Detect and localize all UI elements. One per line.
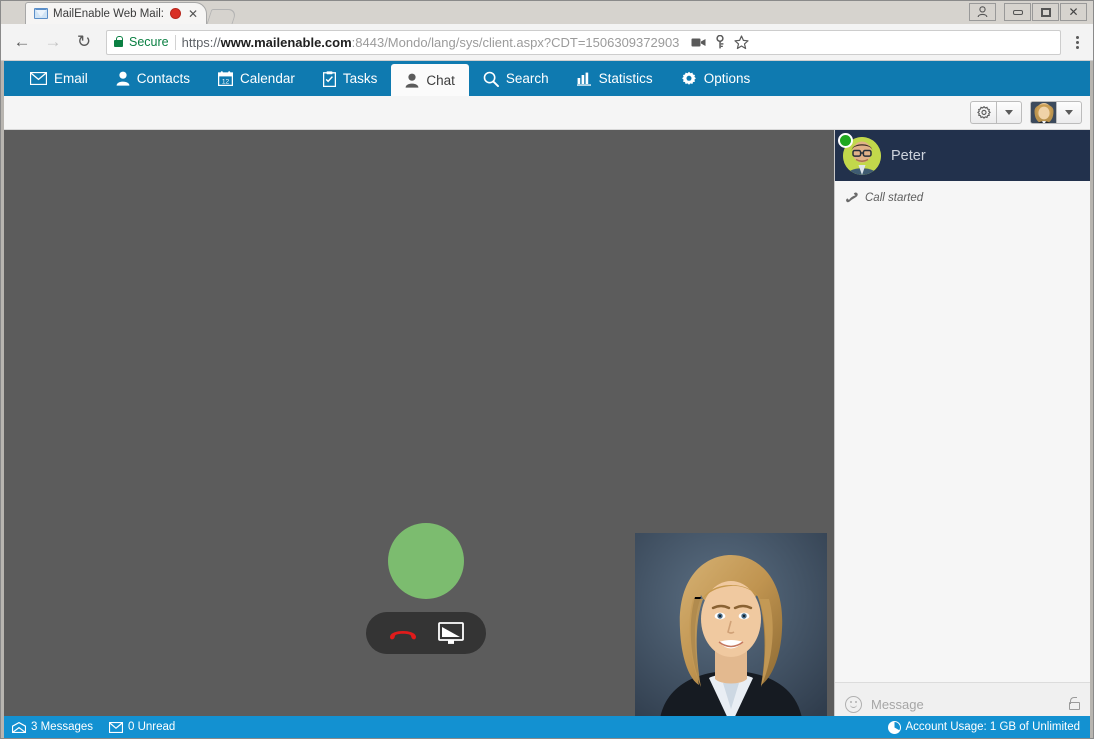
chat-workspace: Peter Call started Message <box>4 130 1090 725</box>
settings-dropdown-button[interactable] <box>996 101 1022 124</box>
reload-button[interactable]: ↻ <box>71 29 97 55</box>
browser-tabstrip: MailEnable Web Mail:: S ✕ ✕ <box>1 1 1093 24</box>
minimize-icon <box>1012 9 1023 15</box>
smiley-icon[interactable] <box>845 695 862 713</box>
pie-chart-icon <box>887 720 901 734</box>
minimize-button[interactable] <box>1004 3 1031 21</box>
person-icon <box>405 73 419 88</box>
camera-icon[interactable] <box>691 37 706 48</box>
gear-icon <box>976 105 991 119</box>
chevron-down-icon <box>1065 110 1073 115</box>
back-button[interactable]: ← <box>9 29 35 55</box>
security-label: Secure <box>129 35 169 49</box>
address-bar[interactable]: Secure https://www.mailenable.com:8443/M… <box>106 29 1061 55</box>
record-dot-icon <box>170 8 181 19</box>
tab-title: MailEnable Web Mail:: S <box>53 7 165 20</box>
clipboard-icon <box>322 70 336 87</box>
close-button[interactable]: ✕ <box>1060 3 1087 21</box>
chevron-down-icon <box>1005 110 1013 115</box>
message-input[interactable]: Message <box>871 697 1060 712</box>
hangup-button[interactable] <box>387 623 419 643</box>
nav-item-email[interactable]: Email <box>16 61 102 96</box>
maximize-button[interactable] <box>1032 3 1059 21</box>
padlock-open-icon[interactable] <box>1069 696 1080 710</box>
nav-label: Chat <box>426 72 455 88</box>
chat-message-text: Call started <box>865 192 924 204</box>
magnifier-icon <box>483 71 499 87</box>
chat-contact-name: Peter <box>891 147 926 164</box>
status-messages: 3 Messages <box>12 721 93 733</box>
nav-label: Search <box>505 71 549 86</box>
close-icon: ✕ <box>1068 4 1079 19</box>
status-account-usage-label: Account Usage: 1 GB of Unlimited <box>905 721 1081 733</box>
kebab-menu-icon[interactable] <box>1070 35 1085 49</box>
envelope-icon <box>34 8 48 19</box>
chat-system-message: Call started <box>845 192 1080 204</box>
nav-label: Statistics <box>598 71 653 86</box>
chat-message-log: Call started <box>835 181 1090 683</box>
webmail-app: Email Contacts 12 Calendar Tasks Chat Se… <box>1 61 1093 725</box>
forward-button[interactable]: → <box>40 29 66 55</box>
nav-label: Options <box>703 71 751 86</box>
lock-icon <box>114 35 123 47</box>
account-dropdown-button[interactable] <box>1056 101 1082 124</box>
nav-label: Contacts <box>136 71 191 86</box>
settings-button-group <box>970 101 1022 124</box>
status-unread: 0 Unread <box>109 721 175 733</box>
presence-indicator <box>838 133 853 148</box>
nav-item-options[interactable]: Options <box>667 61 765 96</box>
user-avatar-thumbnail[interactable] <box>1030 101 1056 124</box>
app-toolbar <box>4 96 1090 130</box>
nav-label: Tasks <box>342 71 378 86</box>
nav-item-calendar[interactable]: 12 Calendar <box>204 61 309 96</box>
nav-item-search[interactable]: Search <box>469 61 563 96</box>
chat-contact-header[interactable]: Peter <box>835 130 1090 181</box>
call-controls <box>366 612 486 654</box>
star-icon[interactable] <box>734 34 750 50</box>
browser-tab[interactable]: MailEnable Web Mail:: S ✕ <box>25 2 208 24</box>
svg-text:12: 12 <box>222 78 230 85</box>
fullscreen-screen-icon <box>438 621 464 644</box>
green-circle-avatar <box>388 523 464 599</box>
local-webcam-preview <box>635 533 827 725</box>
hangup-phone-icon <box>390 631 416 640</box>
app-navigation: Email Contacts 12 Calendar Tasks Chat Se… <box>4 61 1090 96</box>
video-call-stage[interactable] <box>4 130 834 725</box>
tab-close-icon[interactable]: ✕ <box>186 8 200 20</box>
gear-icon <box>681 71 696 85</box>
profile-icon[interactable] <box>969 3 996 21</box>
envelope-icon <box>30 72 47 85</box>
nav-item-chat[interactable]: Chat <box>391 64 469 96</box>
browser-toolbar: ← → ↻ Secure https://www.mailenable.com:… <box>1 24 1093 61</box>
url-text: https://www.mailenable.com:8443/Mondo/la… <box>181 34 680 50</box>
window-controls: ✕ <box>969 3 1087 21</box>
new-tab-button[interactable] <box>206 9 238 24</box>
key-icon[interactable] <box>715 35 725 49</box>
open-envelope-icon <box>12 721 26 733</box>
nav-item-contacts[interactable]: Contacts <box>102 61 204 96</box>
nav-item-statistics[interactable]: Statistics <box>563 61 667 96</box>
status-account-usage: Account Usage: 1 GB of Unlimited <box>887 720 1081 734</box>
phone-icon <box>846 192 858 203</box>
status-messages-label: 3 Messages <box>31 721 94 733</box>
browser-window: MailEnable Web Mail:: S ✕ ✕ ← → ↻ Secure… <box>0 0 1094 739</box>
calendar-icon: 12 <box>218 71 234 86</box>
account-button-group <box>1030 101 1082 124</box>
nav-item-tasks[interactable]: Tasks <box>309 61 392 96</box>
maximize-icon <box>1040 7 1051 17</box>
nav-label: Email <box>54 71 88 86</box>
app-status-bar: 3 Messages 0 Unread Account Usage: 1 GB … <box>1 716 1093 738</box>
person-icon <box>116 71 130 86</box>
nav-label: Calendar <box>240 71 295 86</box>
bar-chart-icon <box>576 72 591 86</box>
chat-panel: Peter Call started Message <box>834 130 1090 725</box>
settings-button[interactable] <box>970 101 996 124</box>
fullscreen-button[interactable] <box>437 621 465 645</box>
omnibox-divider <box>174 34 176 50</box>
status-unread-label: 0 Unread <box>128 721 176 733</box>
selfview-portrait <box>635 533 827 725</box>
envelope-icon <box>109 721 124 733</box>
